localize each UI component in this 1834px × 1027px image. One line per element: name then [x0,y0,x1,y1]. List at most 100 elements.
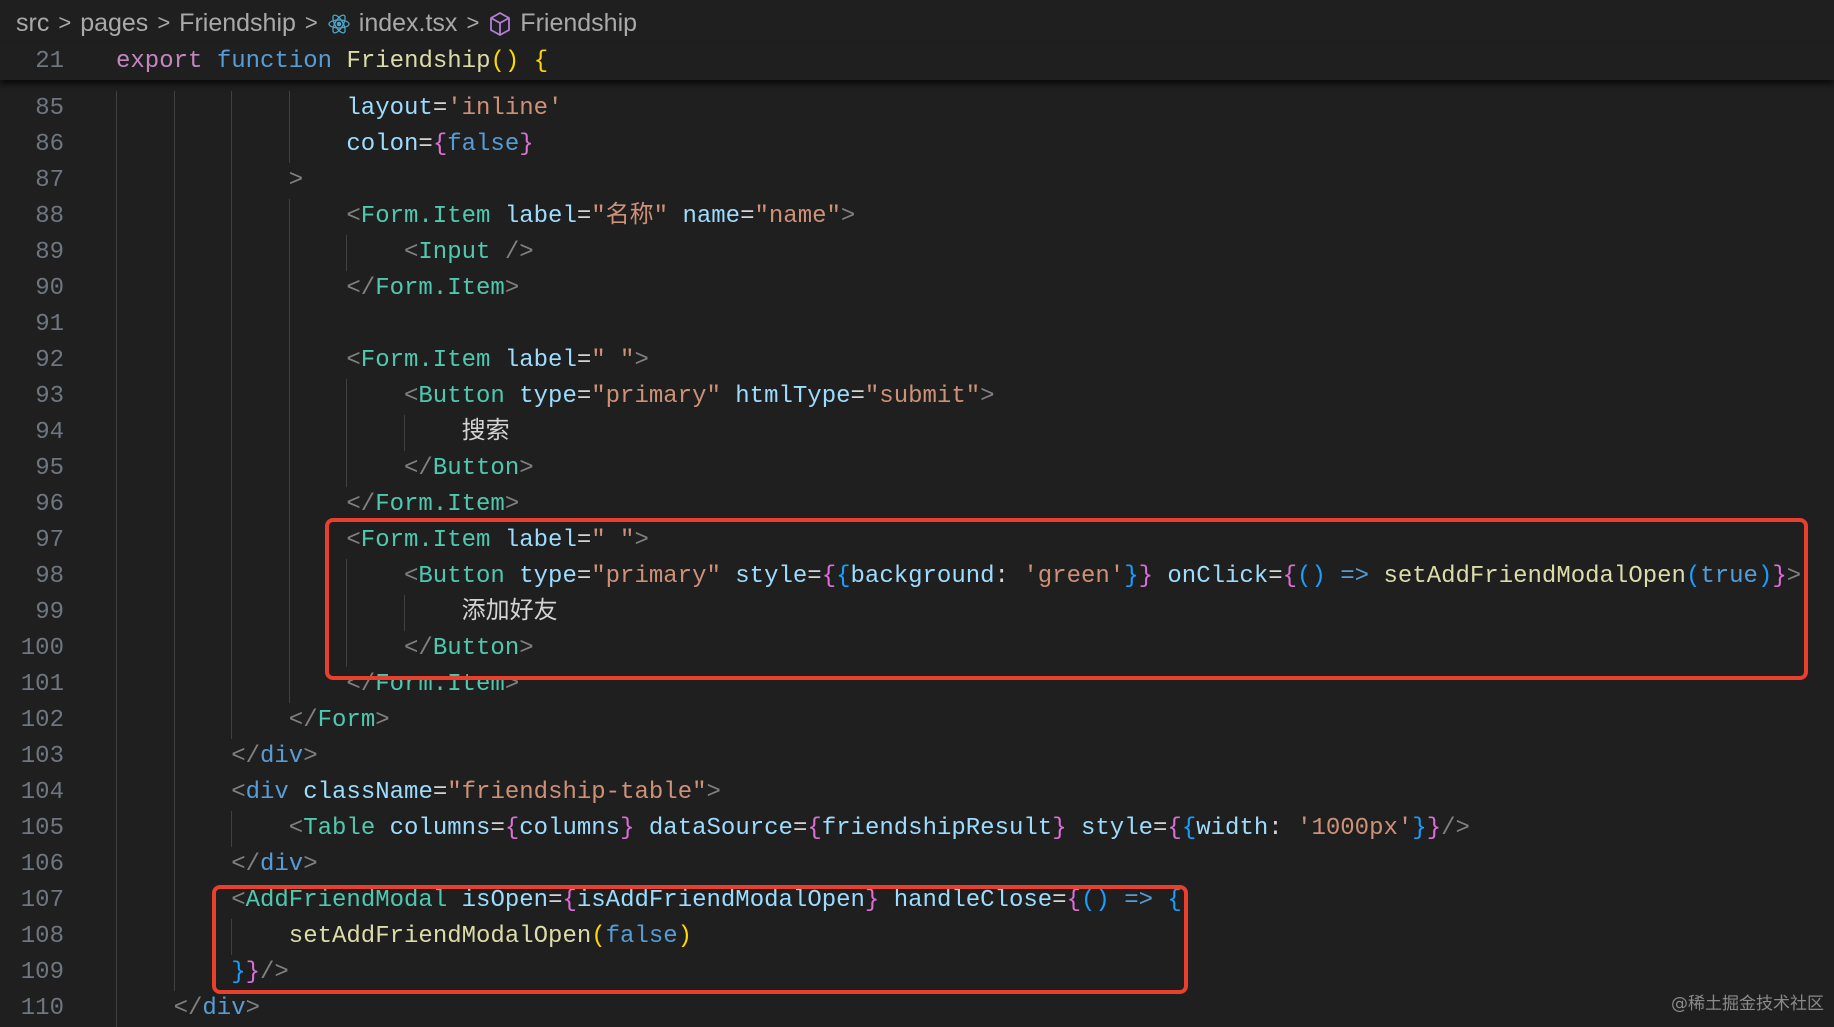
code-token: div [260,743,304,770]
breadcrumb-item-file[interactable]: index.tsx [359,9,458,38]
code-token: } [1052,815,1067,842]
line-number: 102 [20,707,64,734]
code-line[interactable]: 109}}/> [0,955,1834,991]
code-token: } [1426,815,1442,842]
code-token: > [303,743,318,770]
code-token: " " [591,527,635,554]
cube-symbol-icon [488,9,520,38]
code-token: > [1786,563,1802,590]
code-text: </Button> [404,631,534,667]
code-line[interactable]: 95 </Button> [0,451,1834,487]
code-token: = [548,887,563,914]
code-token: = [418,131,433,158]
indent-guide [116,991,117,1027]
code-line[interactable]: 100 </Button> [0,631,1834,667]
code-line[interactable]: 103 </div> [0,739,1834,775]
indent-guide [173,955,175,991]
code-line[interactable]: 89 <Input /> [0,235,1834,271]
breadcrumb: src > pages > Friendship > index.tsx > F… [16,0,637,46]
code-token: < [346,527,361,554]
code-line[interactable]: 92 <Form.Item label=" "> [0,343,1834,379]
indent-guide [116,883,117,919]
code-text: <Form.Item label=" "> [346,523,648,559]
indent-guide [173,91,175,127]
code-token: > [504,671,520,698]
code-line[interactable]: 99 添加好友 [0,595,1834,631]
line-number: 89 [35,239,64,266]
code-token: } [245,959,260,986]
indent-guide [116,847,117,883]
code-line[interactable]: 107 <AddFriendModal isOpen={isAddFriendMo… [0,883,1834,919]
code-line[interactable]: 98 <Button type="primary" style={{backgro… [0,559,1834,595]
code-line[interactable]: 93 <Button type="primary" htmlType="submi… [0,379,1834,415]
code-line[interactable]: 104 <div className="friendship-table"> [0,775,1834,811]
code-text: colon={false} [346,127,533,163]
code-line[interactable]: 110 </div> [0,991,1834,1027]
code-token: = [1153,815,1168,842]
code-token: style [1081,815,1154,842]
code-line[interactable]: 90 </Form.Item> [0,271,1834,307]
code-token: onClick [1167,563,1269,590]
code-line[interactable]: 101 </Form.Item> [0,667,1834,703]
breadcrumb-item-pages[interactable]: pages [80,9,148,38]
indent-guide [288,631,290,667]
sticky-scroll-header[interactable]: 21 export function Friendship() { [0,44,1834,80]
code-line[interactable]: 106 </div> [0,847,1834,883]
code-token: "primary" [591,563,721,590]
code-token: => [1124,887,1154,914]
indent-guide [288,91,290,127]
code-token: </ [231,743,260,770]
indent-guide [346,559,348,595]
line-number: 94 [35,419,64,446]
code-line[interactable]: 105 <Table columns={columns} dataSource={… [0,811,1834,847]
code-text: layout='inline' [346,91,562,127]
indent-guide [231,91,233,127]
code-line[interactable]: 88 <Form.Item label="名称" name="name"> [0,199,1834,235]
code-token: friendshipResult [821,815,1053,842]
code-line[interactable]: 108 setAddFriendModalOpen(false) [0,919,1834,955]
indent-guide [288,199,290,235]
code-text: 搜索 [462,415,510,451]
indent-guide [173,415,175,451]
code-token: htmlType [735,383,851,410]
code-line[interactable]: 21 export function Friendship() { [0,44,1834,80]
code-text: </div> [231,739,317,775]
indent-guide [288,487,290,523]
code-token: layout [346,95,433,122]
code-line[interactable]: 94 搜索 [0,415,1834,451]
code-token: = [576,563,592,590]
breadcrumb-item-friendship-folder[interactable]: Friendship [179,9,296,38]
code-token: { [1181,815,1197,842]
code-token: = [1268,563,1283,590]
code-line[interactable]: 102 </Form> [0,703,1834,739]
code-token: "name" [754,203,841,230]
code-line[interactable]: 86 colon={false} [0,127,1834,163]
indent-guide [288,415,290,451]
indent-guide [231,451,233,487]
breadcrumb-item-src[interactable]: src [16,9,49,38]
code-token: () [490,48,520,75]
chevron-right-icon: > [466,10,480,35]
line-number: 104 [20,779,64,806]
code-line[interactable]: 87 > [0,163,1834,199]
indent-guide [231,811,233,847]
code-token: handleClose [893,887,1053,914]
line-number: 21 [35,48,64,75]
indent-guide [231,199,233,235]
code-line[interactable]: 97 <Form.Item label=" "> [0,523,1834,559]
code-token: isAddFriendModalOpen [576,887,865,914]
code-line[interactable]: 91 [0,307,1834,343]
code-token: < [231,887,246,914]
code-line[interactable]: 85 layout='inline' [0,91,1834,127]
code-line[interactable]: 96 </Form.Item> [0,487,1834,523]
indent-guide [116,595,117,631]
code-token: < [404,239,419,266]
breadcrumb-item-symbol[interactable]: Friendship [520,9,637,38]
code-text: <div className="friendship-table"> [231,775,721,811]
indent-guide [173,775,175,811]
code-text: </div> [174,991,260,1027]
code-token: 搜索 [461,419,510,446]
